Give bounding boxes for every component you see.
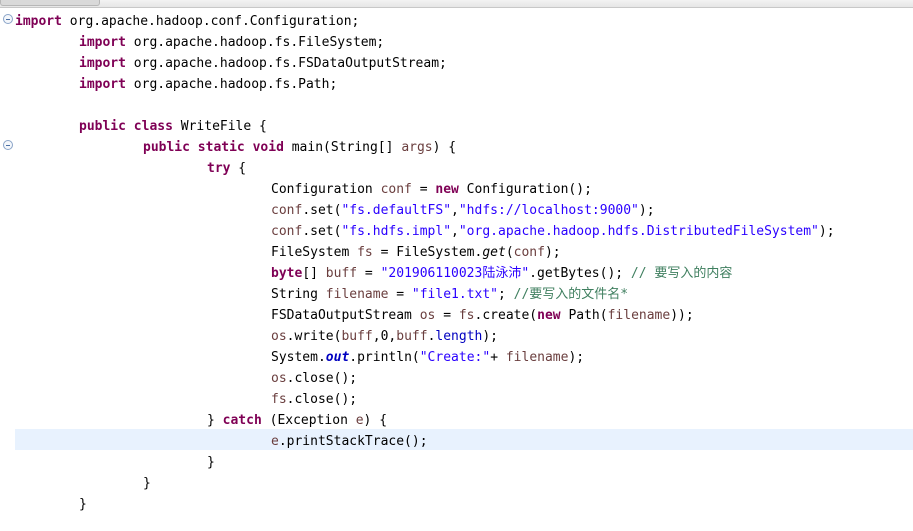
code-line: os.close(); [271, 371, 358, 386]
code-line: fs.close(); [271, 392, 358, 407]
code-editor[interactable]: import org.apache.hadoop.conf.Configurat… [15, 11, 913, 515]
code-line: String filename = "file1.txt"; //要写入的文件名… [271, 287, 629, 302]
code-line: os.write(buff,0,buff.length); [271, 329, 499, 344]
code-line: } [79, 497, 87, 512]
code-line: Configuration conf = new Configuration()… [271, 182, 592, 197]
code-line: FileSystem fs = FileSystem.get(conf); [271, 245, 561, 260]
code-line: byte[] buff = "201906110023陆泳沛".getBytes… [271, 266, 733, 281]
editor-gutter [0, 8, 14, 531]
editor-tab-strip [0, 0, 913, 8]
code-line: try { [207, 161, 247, 176]
fold-collapse-icon[interactable] [3, 140, 13, 150]
code-line: conf.set("fs.defaultFS","hdfs://localhos… [271, 203, 655, 218]
fold-collapse-icon[interactable] [3, 14, 13, 24]
code-line: import org.apache.hadoop.fs.FSDataOutput… [79, 56, 447, 71]
code-line-current: e.printStackTrace(); [271, 434, 428, 449]
code-line: } [143, 476, 151, 491]
code-line: import org.apache.hadoop.fs.Path; [79, 77, 338, 92]
editor-tab[interactable] [0, 0, 100, 6]
code-line: System.out.println("Create:"+ filename); [271, 350, 585, 365]
code-line: FSDataOutputStream os = fs.create(new Pa… [271, 308, 694, 323]
code-line: conf.set("fs.hdfs.impl","org.apache.hado… [271, 224, 835, 239]
code-line: public class WriteFile { [79, 119, 267, 134]
code-line: public static void main(String[] args) { [143, 140, 457, 155]
code-line: } [207, 455, 215, 470]
code-line: } catch (Exception e) { [207, 413, 388, 428]
code-line: import org.apache.hadoop.conf.Configurat… [15, 14, 360, 29]
code-line: import org.apache.hadoop.fs.FileSystem; [79, 35, 385, 50]
